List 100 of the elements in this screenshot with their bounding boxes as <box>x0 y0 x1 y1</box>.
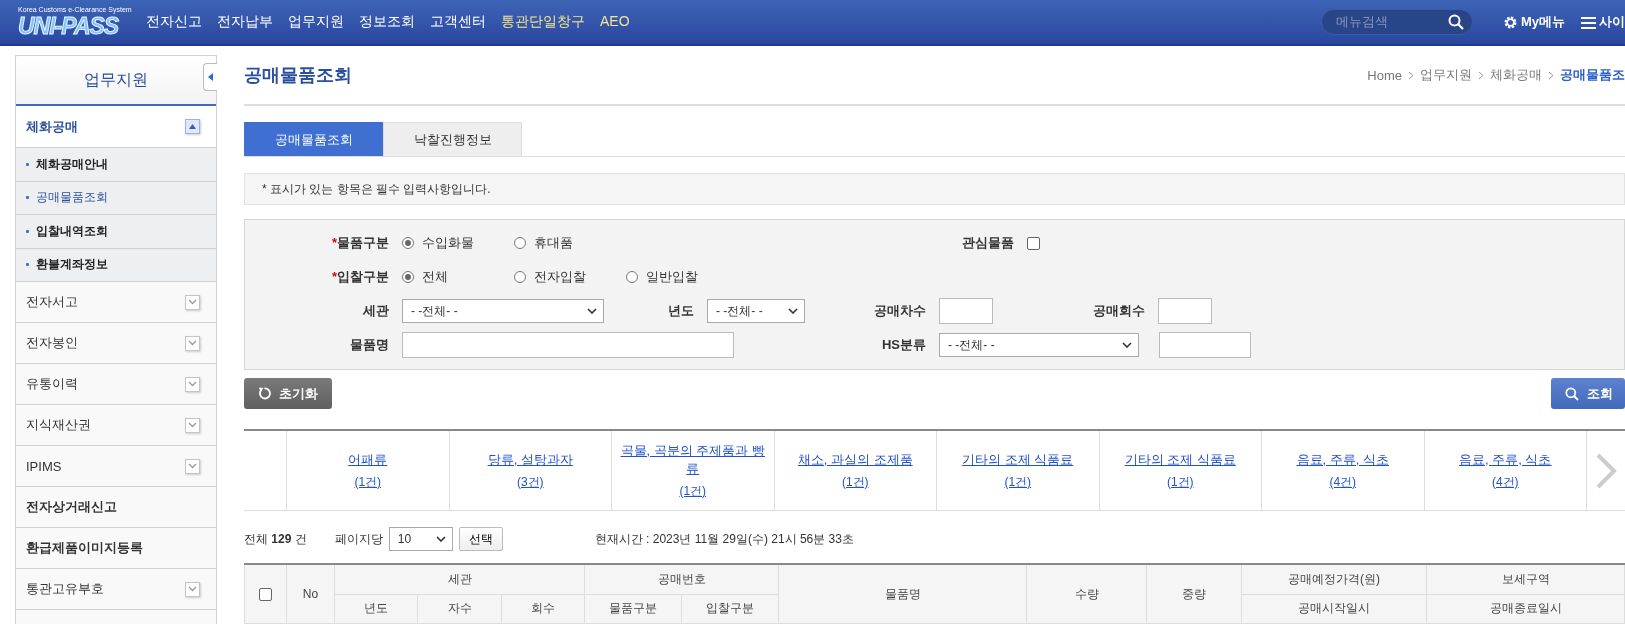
category-link[interactable]: 채소, 과실의 조제품 <box>797 450 913 469</box>
category-count-link[interactable]: (4건) <box>1491 473 1519 491</box>
tab[interactable]: 공매물품조회 <box>244 122 383 156</box>
column-header: 입찰구분 <box>681 594 779 624</box>
sale-round-field[interactable] <box>939 298 993 324</box>
sidebar-group-label: 전자서고 <box>26 293 78 311</box>
category-link[interactable]: 음료, 주류, 식초 <box>1296 450 1389 469</box>
sidebar-group-item[interactable]: 체화공매 <box>16 106 216 148</box>
expand-toggle[interactable] <box>185 335 200 351</box>
year-select[interactable]: - -전체- - <box>707 299 805 323</box>
category-count-link[interactable]: (1건) <box>679 482 707 500</box>
reset-button[interactable]: 초기화 <box>244 378 332 409</box>
expand-toggle[interactable] <box>185 458 200 474</box>
nav-menu-item[interactable]: 통관단일창구 <box>501 13 585 31</box>
column-header: 공매시작일시 <box>1241 594 1427 624</box>
column-group-header: 세관 <box>334 564 585 594</box>
nav-menu-item[interactable]: 전자신고 <box>146 13 202 31</box>
sidebar-subitem[interactable]: 공매물품조회 <box>16 181 216 215</box>
field-label: 세관 <box>362 302 390 320</box>
chevron-down-icon <box>188 340 197 346</box>
my-menu-link[interactable]: My메뉴 <box>1502 13 1565 31</box>
radio-button[interactable] <box>514 271 526 283</box>
nav-menu-item[interactable]: 고객센터 <box>430 13 486 31</box>
chevron-right-icon <box>1408 70 1414 80</box>
sidebar-subitem[interactable]: 환불계좌정보 <box>16 248 216 282</box>
sidebar-group-label: 체화공매 <box>26 117 78 136</box>
chevron-right-icon[interactable] <box>1595 452 1617 489</box>
sitemap-link[interactable]: 사이 <box>1581 13 1625 31</box>
column-header: No <box>286 564 335 624</box>
chevron-down-icon <box>587 308 597 314</box>
field-label: *물품구분 <box>330 234 390 252</box>
sidebar-group-label: 유통이력 <box>26 375 78 393</box>
radio-button[interactable] <box>402 237 414 249</box>
column-header: 공매예정가격(원) <box>1241 564 1427 594</box>
expand-toggle[interactable] <box>185 417 200 433</box>
radio-button[interactable] <box>626 271 638 283</box>
per-page-select[interactable]: 10 <box>388 527 453 551</box>
column-header: 중량 <box>1146 564 1242 624</box>
field-label: HS분류 <box>880 336 927 354</box>
category-count-link[interactable]: (1건) <box>354 473 382 491</box>
category-link[interactable]: 기타의 조제 식품료 <box>1124 450 1236 469</box>
field-label: 공매차수 <box>873 302 927 320</box>
customs-select[interactable]: - -전체- - <box>402 299 604 323</box>
column-header: 년도 <box>334 594 418 624</box>
radio-label: 일반입찰 <box>646 268 698 286</box>
sidebar-subitem[interactable]: 입찰내역조회 <box>16 215 216 249</box>
tab[interactable]: 낙찰진행정보 <box>383 122 522 156</box>
breadcrumb-link[interactable]: Home <box>1367 67 1402 83</box>
expand-toggle[interactable] <box>185 376 200 392</box>
nav-menu-item[interactable]: 전자납부 <box>217 13 273 31</box>
expand-toggle[interactable] <box>185 581 200 597</box>
expand-toggle[interactable] <box>185 294 200 310</box>
category-count-link[interactable]: (4건) <box>1329 473 1357 491</box>
category-link[interactable]: 기타의 조제 식품료 <box>962 450 1074 469</box>
sidebar-group-label: 통관고유부호 <box>26 580 104 598</box>
refresh-icon <box>258 387 271 400</box>
caret-left-icon <box>208 73 213 81</box>
nav-menu-item[interactable]: AEO <box>600 13 630 31</box>
hs-code-field[interactable] <box>1159 332 1251 358</box>
category-count-link[interactable]: (3건) <box>516 473 544 491</box>
search-button[interactable]: 조회 <box>1551 378 1625 409</box>
total-count: 전체 129 건 <box>244 530 307 548</box>
breadcrumb-link[interactable]: 체화공매 <box>1490 66 1542 84</box>
sidebar-title: 업무지원 <box>84 69 148 90</box>
nav-menu-item[interactable]: 업무지원 <box>288 13 344 31</box>
chevron-down-icon <box>788 308 798 314</box>
sidebar-subitem[interactable]: 체화공매안내 <box>16 148 216 182</box>
chevron-down-icon <box>1122 342 1132 348</box>
select-all-checkbox[interactable] <box>259 588 272 602</box>
category-link[interactable]: 곡물, 곡분의 주제품과 빵류 <box>620 441 766 478</box>
column-group-header: 공매번호 <box>584 564 779 594</box>
category-count-link[interactable]: (1건) <box>1004 473 1032 491</box>
category-link[interactable]: 음료, 주류, 식초 <box>1459 450 1552 469</box>
current-time: 현재시간 : 2023년 11월 29일(수) 21시 56분 33초 <box>594 530 854 548</box>
item-name-field[interactable] <box>402 332 734 358</box>
interest-checkbox[interactable] <box>1027 236 1040 250</box>
sidebar-group-label: IPIMS <box>26 458 62 474</box>
collapse-sidebar-button[interactable] <box>203 63 217 91</box>
category-count-link[interactable]: (1건) <box>841 473 869 491</box>
radio-button[interactable] <box>514 237 526 249</box>
collapse-toggle[interactable] <box>185 119 200 134</box>
field-label: *입찰구분 <box>330 268 390 286</box>
sidebar-group-label: 지식재산권 <box>26 416 91 434</box>
radio-button[interactable] <box>402 271 414 283</box>
field-label: 관심물품 <box>961 234 1015 252</box>
chevron-right-icon <box>1548 70 1554 80</box>
category-link[interactable]: 어패류 <box>348 450 388 469</box>
caret-up-icon <box>189 124 196 129</box>
sale-count-field[interactable] <box>1158 298 1212 324</box>
hs-class-select[interactable]: - -전체- - <box>939 333 1139 357</box>
chevron-right-icon <box>1478 70 1484 80</box>
nav-menu-item[interactable]: 정보조회 <box>359 13 415 31</box>
breadcrumb-link[interactable]: 업무지원 <box>1420 66 1472 84</box>
chevron-down-icon <box>188 586 197 592</box>
logo-wordmark: UNI-PASS <box>18 14 119 38</box>
category-link[interactable]: 당류, 설탕과자 <box>487 450 573 469</box>
apply-button[interactable]: 선택 <box>458 527 503 551</box>
column-header: 자수 <box>417 594 502 624</box>
category-count-link[interactable]: (1건) <box>1166 473 1194 491</box>
chevron-down-icon <box>188 463 197 469</box>
